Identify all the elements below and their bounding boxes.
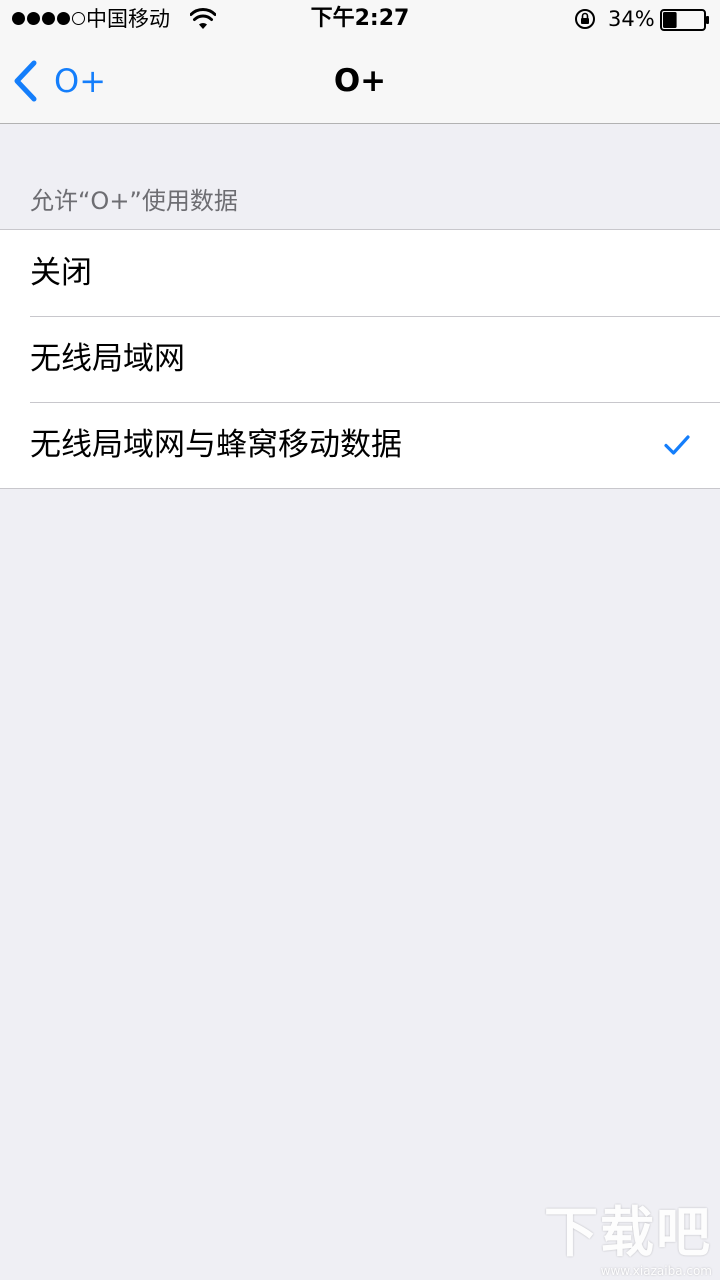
top-bar: 中国移动 下午2:27 34% O+ O+ — [0, 0, 720, 124]
checkmark-icon — [664, 435, 690, 455]
option-wlan-and-cellular[interactable]: 无线局域网与蜂窝移动数据 — [0, 402, 720, 488]
section-header: 允许“O+”使用数据 — [30, 187, 238, 215]
option-label: 无线局域网 — [30, 341, 185, 377]
page-title: O+ — [333, 63, 387, 99]
watermark-logo: 下载吧 — [544, 1201, 712, 1264]
option-label: 无线局域网与蜂窝移动数据 — [30, 427, 402, 463]
option-off[interactable]: 关闭 — [0, 230, 720, 316]
navigation-bar: O+ O+ — [0, 40, 720, 123]
rotation-lock-icon — [575, 9, 595, 29]
battery-percent: 34% — [608, 7, 655, 31]
battery-icon — [660, 9, 709, 31]
watermark-url: www.xiazaiba.com — [600, 1264, 712, 1278]
option-wlan[interactable]: 无线局域网 — [0, 316, 720, 402]
watermark: 下载吧 www.xiazaiba.com — [544, 1201, 712, 1279]
settings-screen: 中国移动 下午2:27 34% O+ O+ 允许“O+”使用数据 关闭 无线局域… — [0, 0, 720, 1280]
data-access-options: 关闭 无线局域网 无线局域网与蜂窝移动数据 — [0, 229, 720, 489]
option-label: 关闭 — [30, 255, 92, 291]
status-bar: 中国移动 下午2:27 34% — [0, 0, 720, 40]
